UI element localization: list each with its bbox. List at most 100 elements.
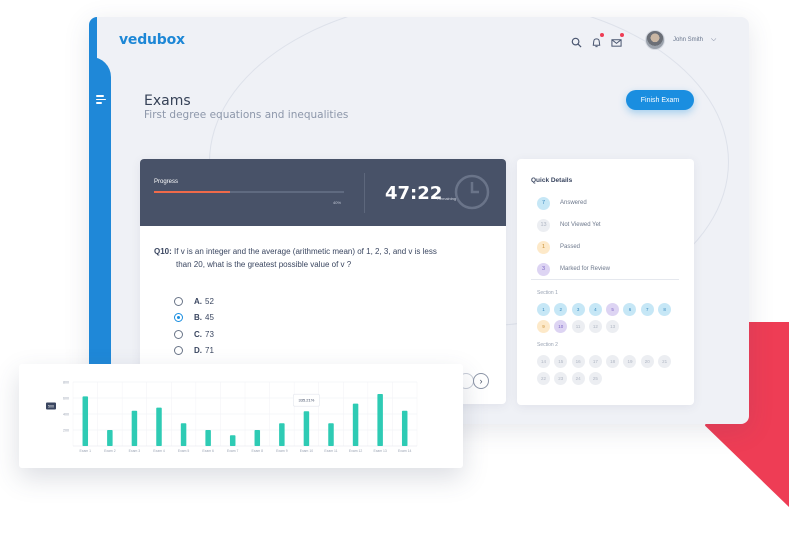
question-nav-cell[interactable]: 10 [554,320,568,333]
x-tick-label: Exam 4 [153,449,165,453]
radio-button[interactable] [174,296,183,306]
progress-fill [154,191,230,193]
x-tick-label: Exam 7 [227,449,239,453]
mail-icon[interactable] [611,33,624,47]
chart-bar [352,403,359,446]
x-tick-label: Exam 14 [398,449,411,453]
legend-count-badge: 13 [537,218,550,232]
search-icon[interactable] [571,35,582,48]
question-nav-cell[interactable]: 18 [606,355,620,368]
user-name: John Smith [673,37,704,43]
y-tick-label: 800 [63,381,69,385]
progress-percent: 40% [333,200,342,205]
answer-option[interactable]: B. 45 [174,310,214,327]
x-tick-label: Exam 1 [80,449,92,453]
question-nav-cell[interactable]: 12 [588,320,602,333]
question-nav-cell[interactable]: 25 [588,372,602,385]
question-line-2: than 20, what is the greatest possible v… [176,259,352,269]
notification-dot [620,33,624,37]
exam-results-chart-card: 200 400 600 800 500 Exam 1 Exam 2 Exam 3 Exam 4 E… [19,364,463,468]
y-tick-label: 400 [63,413,69,417]
page-title: Exams [144,93,191,109]
answer-option[interactable]: C. 73 [174,326,214,343]
question-nav-cell[interactable]: 1 [537,303,550,316]
chevron-down-icon[interactable]: ⌵ [711,36,716,44]
quick-details-title: Quick Details [531,177,573,184]
question-nav-cell[interactable]: 17 [588,355,602,368]
radio-button[interactable] [174,346,183,356]
question-nav-cell[interactable]: 9 [537,320,550,333]
question-nav-cell[interactable]: 19 [623,355,637,368]
question-nav-cell[interactable]: 11 [571,320,585,333]
answer-options: A. 52 B. 45 C. 73 D. 71 [174,293,214,359]
logo: vedubox [119,32,185,48]
question-nav-cell[interactable]: 13 [606,320,620,333]
question-nav-cell[interactable]: 5 [606,303,620,316]
status-legend: 7 Answered 13 Not Viewed Yet 1 Passed 3 Marked … [537,192,610,280]
x-tick-label: Exam 8 [252,449,264,453]
chevron-right-icon: › [479,376,483,386]
question-nav-cell[interactable]: 24 [571,372,585,385]
answer-option[interactable]: A. 52 [174,293,214,310]
radio-button[interactable] [174,329,183,339]
question-nav-cell[interactable]: 2 [554,303,568,316]
legend-count-badge: 7 [537,196,550,210]
x-tick-label: Exam 13 [373,449,386,453]
legend-label: Marked for Review [560,266,611,272]
question-nav-cell[interactable]: 3 [571,303,585,316]
user-menu[interactable]: John Smith ⌵ [645,30,716,50]
clock-icon [453,173,491,211]
finish-exam-button[interactable]: Finish Exam [626,90,694,110]
section-2-label: Section 2 [537,342,558,348]
question-line-1: If v is an integer and the average (arit… [174,247,437,256]
progress-bar [154,191,344,193]
timer: 47:22 [385,183,443,204]
app-window: vedubox John Smith ⌵ Exams First degree … [89,17,749,424]
question-nav-cell[interactable]: 14 [537,355,550,368]
x-tick-label: Exam 12 [349,449,362,453]
chart-bar [205,430,211,446]
legend-label: Passed [560,244,581,250]
chart-bar [156,407,162,446]
chart-tooltip-text: 335.21% [299,398,315,403]
question-nav-cell[interactable]: 22 [537,372,550,385]
x-tick-label: Exam 6 [202,449,214,453]
question-nav-cell[interactable]: 8 [658,303,672,316]
progress-label: Progress [154,179,179,185]
question-text: Q10: If v is an integer and the average … [154,246,484,271]
option-letter: B. [194,313,202,323]
bell-icon[interactable] [591,33,604,48]
quick-details-card: Quick Details 7 Answered 13 Not Viewed Yet 1… [517,159,694,405]
chart-bar [131,410,138,446]
chart-bar [254,430,261,446]
option-letter: D. [194,346,202,356]
section-2-grid: 14 15 16 17 18 19 20 21 22 23 24 25 [537,355,672,385]
question-nav-cell[interactable]: 7 [640,303,654,316]
topbar-icons [571,33,624,48]
question-nav-cell[interactable]: 23 [554,372,568,385]
question-nav-cell[interactable]: 21 [658,355,672,368]
question-nav-cell[interactable]: 15 [554,355,568,368]
answer-option[interactable]: D. 71 [174,343,214,360]
progress-header: Progress 40% 47:22 Remaining [140,159,506,226]
question-nav-cell[interactable]: 20 [640,355,654,368]
chart-bar [401,410,408,446]
x-tick-label: Exam 2 [104,449,116,453]
question-nav-cell[interactable]: 16 [571,355,585,368]
menu-icon[interactable] [96,95,108,105]
option-letter: C. [194,329,202,339]
chart-bar [279,423,285,446]
next-button[interactable]: › [473,373,489,389]
x-tick-label: Exam 3 [129,449,141,453]
question-nav-cell[interactable]: 4 [588,303,602,316]
bar-chart: 200 400 600 800 500 Exam 1 Exam 2 Exam 3 Exam 4 E… [46,381,418,453]
question-number: Q10: [154,247,172,256]
chart-bar [303,411,310,446]
legend-count-badge: 3 [537,262,550,276]
avatar[interactable] [645,30,665,50]
chart-bar [180,423,187,446]
legend-item: 3 Marked for Review [537,258,610,280]
y-highlight-label: 500 [48,404,54,408]
question-nav-cell[interactable]: 6 [623,303,637,316]
radio-button[interactable] [174,313,183,323]
